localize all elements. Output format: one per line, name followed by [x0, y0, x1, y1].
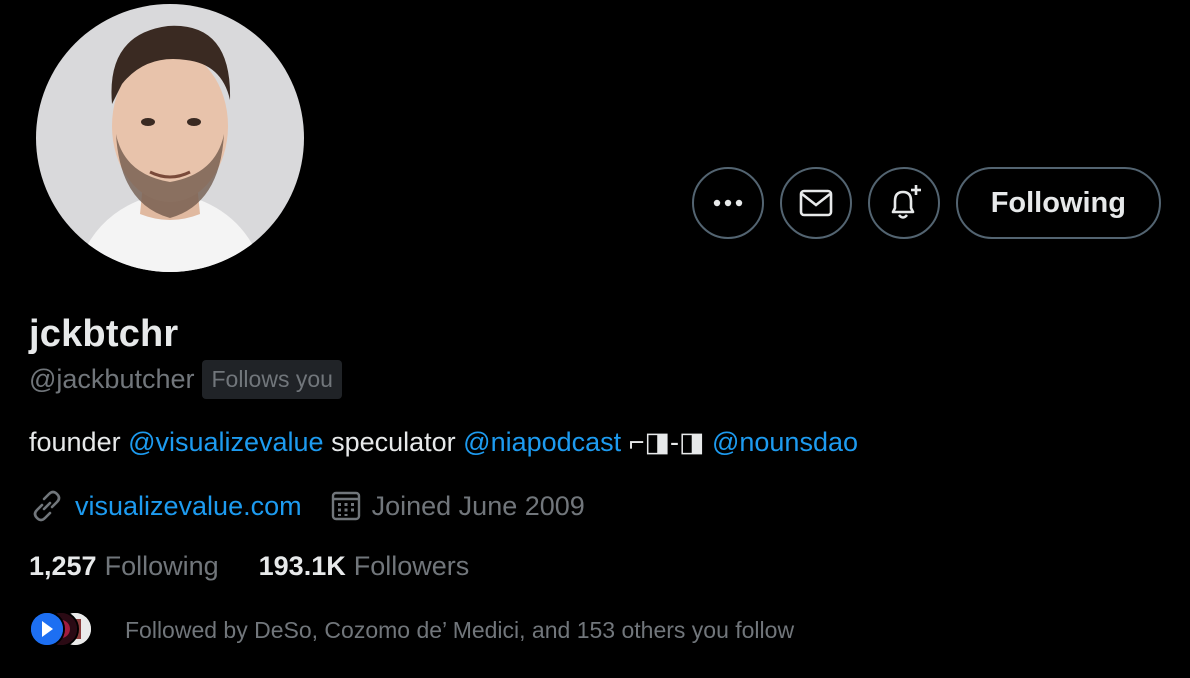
bio-text: founder	[29, 427, 129, 457]
follows-you-badge: Follows you	[202, 360, 342, 399]
mention-link[interactable]: @visualizevalue	[128, 427, 324, 457]
bio-text: speculator	[323, 427, 464, 457]
profile-stats: 1,257 Following 193.1K Followers	[29, 551, 469, 582]
bio-text: ⌐◨-◨	[621, 427, 712, 457]
followed-by-text: Followed by DeSo, Cozomo de’ Medici, and…	[125, 616, 795, 643]
message-button[interactable]	[779, 167, 852, 239]
profile-meta: visualizevalue.com Joined June 2009	[29, 488, 585, 524]
profile-actions: Following	[691, 167, 1161, 239]
followers-count: 193.1K	[258, 551, 346, 581]
website-item: visualizevalue.com	[29, 488, 302, 524]
more-button[interactable]	[691, 167, 764, 239]
profile-photo-icon	[36, 4, 304, 272]
following-stat[interactable]: 1,257 Following	[29, 551, 219, 582]
display-name: jckbtchr	[29, 313, 179, 355]
mutual-avatar	[29, 611, 65, 647]
link-icon	[33, 490, 61, 522]
following-count: 1,257	[29, 551, 97, 581]
deso-icon	[31, 613, 63, 645]
profile-avatar[interactable]	[36, 4, 304, 272]
followed-by[interactable]: Followed by DeSo, Cozomo de’ Medici, and…	[29, 611, 794, 649]
mutual-avatars	[29, 611, 101, 649]
website-link[interactable]: visualizevalue.com	[75, 491, 302, 522]
notifications-button[interactable]	[867, 167, 940, 239]
handle-row: @jackbutcher Follows you	[29, 360, 342, 399]
joined-date: Joined June 2009	[371, 490, 585, 521]
following-label: Following	[104, 551, 219, 581]
more-icon	[713, 199, 742, 207]
mail-icon	[799, 189, 832, 217]
mention-link[interactable]: @niapodcast	[463, 427, 621, 457]
joined-item: Joined June 2009	[330, 490, 585, 522]
followers-stat[interactable]: 193.1K Followers	[259, 551, 470, 582]
bell-plus-icon	[891, 185, 921, 219]
calendar-icon	[331, 491, 360, 521]
following-button[interactable]: Following	[955, 167, 1161, 239]
mention-link[interactable]: @nounsdao	[712, 427, 858, 457]
followers-label: Followers	[353, 551, 470, 581]
profile-bio: founder @visualizevalue speculator @niap…	[29, 427, 858, 458]
handle: @jackbutcher	[29, 364, 195, 394]
